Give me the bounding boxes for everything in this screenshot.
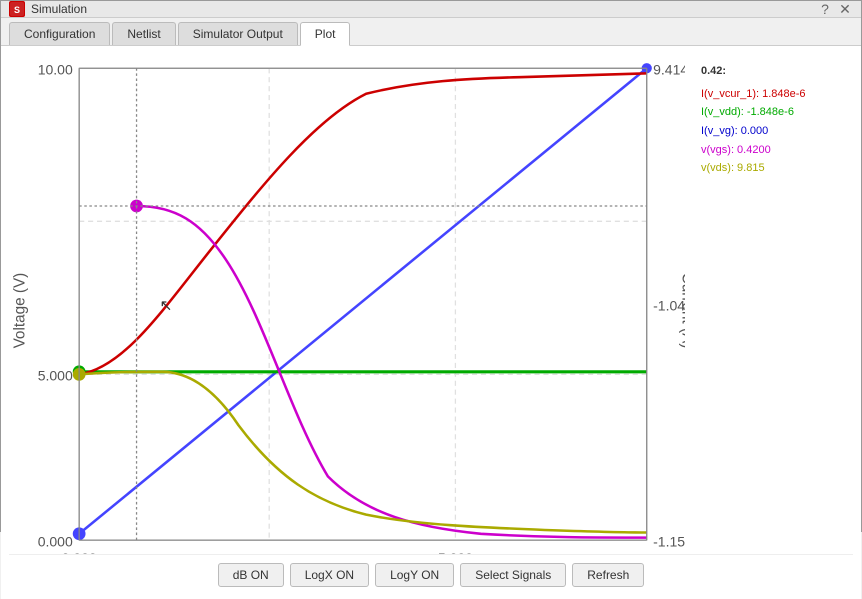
window-title: Simulation <box>31 2 87 16</box>
logx-on-button[interactable]: LogX ON <box>290 563 369 587</box>
title-bar-left: S Simulation <box>9 1 87 17</box>
svg-text:0.000: 0.000 <box>62 550 97 554</box>
title-bar: S Simulation ? ✕ <box>1 1 861 18</box>
logy-on-button[interactable]: LogY ON <box>375 563 454 587</box>
svg-text:0.000: 0.000 <box>38 534 73 550</box>
tab-plot[interactable]: Plot <box>300 22 351 46</box>
legend-item-4: v(vds): 9.815 <box>701 159 845 178</box>
svg-text:Current (A): Current (A) <box>678 273 685 349</box>
svg-text:5.000: 5.000 <box>38 368 73 384</box>
chart-svg: 10.00 5.000 0.000 9.414e-5 -1.046e-5 -1.… <box>9 54 685 554</box>
refresh-button[interactable]: Refresh <box>572 563 644 587</box>
select-signals-button[interactable]: Select Signals <box>460 563 566 587</box>
legend-header: 0.42: <box>701 62 845 81</box>
close-button[interactable]: ✕ <box>837 1 853 17</box>
app-icon: S <box>9 1 25 17</box>
main-window: S Simulation ? ✕ Configuration Netlist S… <box>0 0 862 532</box>
db-on-button[interactable]: dB ON <box>218 563 284 587</box>
tab-configuration[interactable]: Configuration <box>9 22 110 45</box>
main-content: 10.00 5.000 0.000 9.414e-5 -1.046e-5 -1.… <box>1 46 861 599</box>
bottom-bar: dB ON LogX ON LogY ON Select Signals Ref… <box>9 554 853 591</box>
svg-text:-1.151e-4: -1.151e-4 <box>653 534 685 550</box>
plot-area: 10.00 5.000 0.000 9.414e-5 -1.046e-5 -1.… <box>9 54 853 554</box>
legend-item-0: I(v_vcur_1): 1.848e-6 <box>701 85 845 104</box>
window-controls: ? ✕ <box>817 1 853 17</box>
legend-item-1: I(v_vdd): -1.848e-6 <box>701 103 845 122</box>
chart-container: 10.00 5.000 0.000 9.414e-5 -1.046e-5 -1.… <box>9 54 685 554</box>
svg-text:S: S <box>14 5 20 15</box>
tabs-bar: Configuration Netlist Simulator Output P… <box>1 18 861 46</box>
tab-netlist[interactable]: Netlist <box>112 22 175 45</box>
svg-text:10.00: 10.00 <box>38 62 73 78</box>
svg-text:Voltage (V): Voltage (V) <box>11 273 28 349</box>
legend-item-3: v(vgs): 0.4200 <box>701 141 845 160</box>
svg-text:5.000: 5.000 <box>438 550 473 554</box>
legend-item-2: I(v_vg): 0.000 <box>701 122 845 141</box>
legend-panel: 0.42: I(v_vcur_1): 1.848e-6 I(v_vdd): -1… <box>693 54 853 554</box>
help-button[interactable]: ? <box>817 1 833 17</box>
svg-text:↖: ↖ <box>160 298 173 315</box>
svg-text:9.414e-5: 9.414e-5 <box>653 62 685 78</box>
tab-simulator-output[interactable]: Simulator Output <box>178 22 298 45</box>
